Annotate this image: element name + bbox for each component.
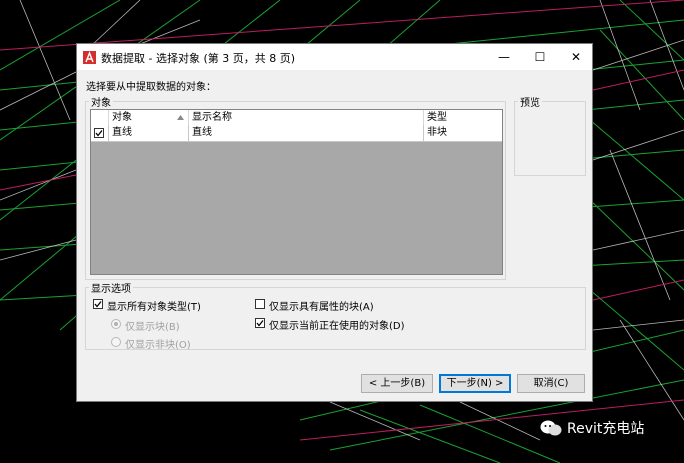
watermark-text: Revit充电站 (567, 421, 645, 437)
attr-blocks-only-checkbox[interactable] (255, 299, 265, 309)
maximize-icon: ☐ (534, 50, 546, 64)
show-all-types-checkbox[interactable] (93, 299, 103, 309)
preview-groupbox (514, 101, 586, 176)
close-button[interactable]: ✕ (558, 44, 594, 70)
in-use-only-label[interactable]: 仅显示当前正在使用的对象(D) (269, 317, 405, 332)
minimize-icon: — (498, 50, 510, 64)
blocks-only-label[interactable]: 仅显示块(B) (125, 318, 180, 333)
back-button[interactable]: < 上一步(B) (361, 374, 433, 393)
wechat-icon (540, 420, 562, 436)
row-checkbox[interactable] (94, 128, 104, 138)
table-header: 对象 显示名称 类型 (91, 110, 502, 126)
header-type[interactable]: 类型 (424, 110, 502, 125)
maximize-button[interactable]: ☐ (522, 44, 558, 70)
data-extraction-dialog: 数据提取 - 选择对象 (第 3 页，共 8 页) — ☐ ✕ 选择要从中提取数… (76, 43, 593, 402)
checkmark-icon (256, 320, 264, 327)
window-title: 数据提取 - 选择对象 (第 3 页，共 8 页) (101, 52, 296, 65)
close-icon: ✕ (570, 50, 582, 64)
header-type-label: 类型 (427, 112, 447, 123)
blocks-only-radio[interactable] (111, 319, 121, 329)
cell-display-name[interactable]: 直线 (189, 125, 424, 142)
title-bar[interactable]: 数据提取 - 选择对象 (第 3 页，共 8 页) — ☐ ✕ (77, 44, 592, 70)
in-use-only-checkbox[interactable] (255, 318, 265, 328)
minimize-button[interactable]: — (486, 44, 522, 70)
row-checkbox-cell (91, 125, 109, 142)
watermark: Revit充电站 (540, 418, 644, 438)
checkmark-icon (94, 301, 102, 308)
objects-table[interactable]: 对象 显示名称 类型 直线 直线 非块 (90, 109, 503, 275)
checkmark-icon (95, 130, 103, 137)
header-display-name-label: 显示名称 (192, 112, 232, 123)
objects-group-title: 对象 (89, 94, 113, 109)
header-object-label: 对象 (112, 112, 132, 123)
sort-ascending-icon (177, 115, 184, 120)
cell-type: 非块 (424, 125, 502, 142)
preview-group-title: 预览 (518, 94, 542, 109)
table-row[interactable]: 直线 直线 非块 (91, 125, 502, 142)
header-display-name[interactable]: 显示名称 (189, 110, 424, 125)
header-checkbox-column (91, 110, 109, 125)
autocad-app-icon (83, 51, 96, 64)
cancel-button[interactable]: 取消(C) (517, 374, 585, 393)
non-blocks-only-label[interactable]: 仅显示非块(O) (125, 336, 191, 351)
attr-blocks-only-label[interactable]: 仅显示具有属性的块(A) (269, 298, 374, 313)
non-blocks-only-radio[interactable] (111, 337, 121, 347)
display-options-title: 显示选项 (89, 280, 133, 295)
instruction-label: 选择要从中提取数据的对象： (86, 82, 216, 93)
next-button[interactable]: 下一步(N) > (439, 374, 511, 393)
header-object[interactable]: 对象 (109, 110, 189, 125)
show-all-types-label[interactable]: 显示所有对象类型(T) (107, 298, 201, 313)
cell-object: 直线 (109, 125, 189, 142)
